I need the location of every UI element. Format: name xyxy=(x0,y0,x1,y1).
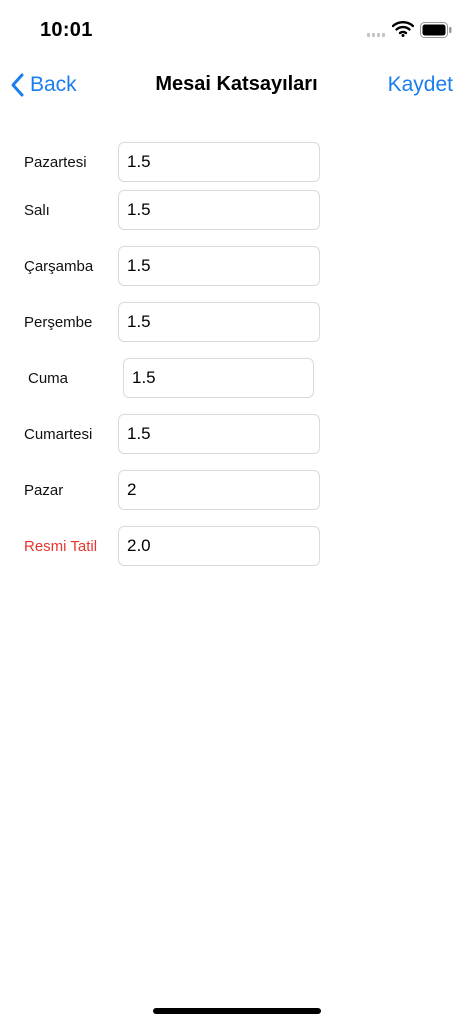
label-resmi-tatil: Resmi Tatil xyxy=(24,538,98,555)
row-carsamba: Çarşamba xyxy=(0,246,473,288)
input-carsamba[interactable] xyxy=(118,246,320,286)
navigation-bar: Back Mesai Katsayıları Kaydet xyxy=(0,60,473,110)
row-pazartesi: Pazartesi xyxy=(0,142,473,184)
input-pazar[interactable] xyxy=(118,470,320,510)
status-bar: 10:01 xyxy=(0,0,473,60)
input-cuma[interactable] xyxy=(123,358,314,398)
label-carsamba: Çarşamba xyxy=(24,258,94,275)
label-pazartesi: Pazartesi xyxy=(24,154,87,171)
row-persembe: Perşembe xyxy=(0,302,473,344)
label-persembe: Perşembe xyxy=(24,314,93,331)
home-indicator[interactable] xyxy=(153,1008,321,1014)
label-cumartesi: Cumartesi xyxy=(24,426,93,443)
label-sali: Salı xyxy=(24,202,50,219)
input-sali[interactable] xyxy=(118,190,320,230)
row-pazar: Pazar xyxy=(0,470,473,512)
row-cumartesi: Cumartesi xyxy=(0,414,473,456)
input-pazartesi[interactable] xyxy=(118,142,320,182)
status-time: 10:01 xyxy=(40,19,93,41)
row-sali: Salı xyxy=(0,190,473,232)
wifi-icon xyxy=(392,21,414,37)
cellular-signal-icon xyxy=(367,33,385,37)
label-pazar: Pazar xyxy=(24,482,64,499)
row-cuma: Cuma xyxy=(0,358,473,400)
input-cumartesi[interactable] xyxy=(118,414,320,454)
label-cuma: Cuma xyxy=(28,370,69,387)
input-persembe[interactable] xyxy=(118,302,320,342)
row-resmi-tatil: Resmi Tatil xyxy=(0,526,473,568)
input-resmi-tatil[interactable] xyxy=(118,526,320,566)
battery-icon xyxy=(420,22,452,38)
save-button[interactable]: Kaydet xyxy=(388,73,453,97)
